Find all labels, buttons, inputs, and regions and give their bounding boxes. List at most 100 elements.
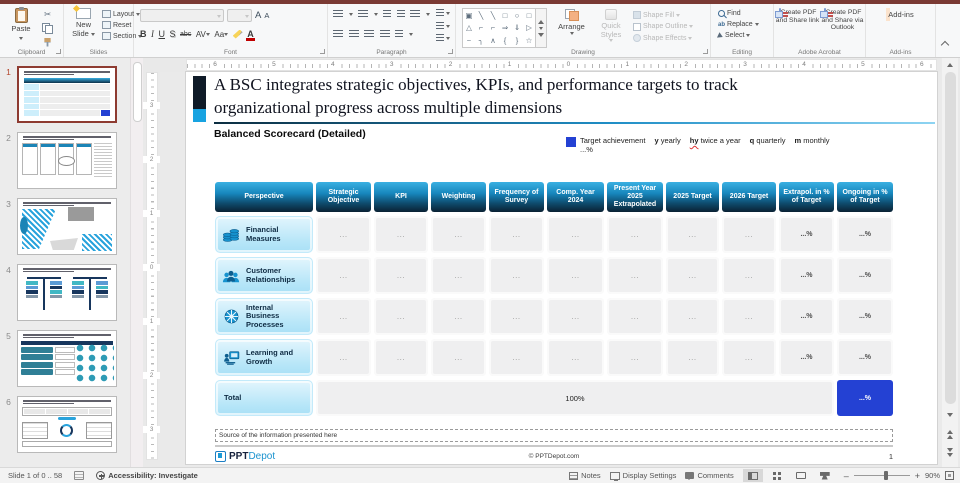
table-cell[interactable]: ... [547,339,604,376]
create-pdf-share-link-button[interactable]: Create PDF and Share link [775,9,820,24]
thumbnail-scrollbar-thumb[interactable] [133,62,142,122]
zoom-slider-thumb[interactable] [884,471,888,480]
column-header[interactable]: Frequency of Survey [489,182,544,212]
oval-shape-icon[interactable]: ○ [515,12,520,20]
paste-button[interactable]: Paste [5,8,37,42]
table-cell[interactable]: ... [431,216,486,253]
row-header[interactable]: Financial Measures [215,216,313,253]
total-weighting-value[interactable]: 100% [316,380,834,416]
row-header[interactable]: Internal Business Processes [215,298,313,335]
column-header[interactable]: KPI [374,182,428,212]
font-color-button[interactable]: A [247,29,254,39]
thumbnail-slide-1[interactable]: 1 [0,66,130,123]
cut-icon[interactable]: ✂ [42,9,53,19]
scribble-shape-icon[interactable]: ~ [467,37,471,45]
table-cell[interactable]: ... [607,298,663,335]
table-cell[interactable]: ... [316,298,371,335]
brace-shape-icon[interactable]: } [516,37,519,45]
bold-button[interactable]: B [140,29,147,39]
align-center-icon[interactable] [349,30,359,39]
column-header[interactable]: Comp. Year 2024 [547,182,604,212]
main-scrollbar-thumb[interactable] [945,72,956,404]
shape-outline-button[interactable]: Shape Outline [633,23,693,31]
table-cell[interactable]: ... [489,216,544,253]
table-cell[interactable]: ... [666,257,719,294]
table-cell[interactable]: ... [374,298,428,335]
rect-shape-icon[interactable]: □ [527,12,532,20]
decrease-indent-icon[interactable] [383,10,391,19]
table-cell[interactable]: ... [666,339,719,376]
spellcheck-icon[interactable] [74,471,84,480]
align-right-icon[interactable] [364,30,374,39]
horizontal-ruler[interactable]: 6543210123456 [160,58,941,72]
align-left-icon[interactable] [333,30,343,39]
total-ongoing-value[interactable]: ...% [837,380,893,416]
source-textbox[interactable]: Source of the information presented here [215,429,893,442]
character-spacing-button[interactable]: AV [196,30,210,39]
table-cell[interactable]: ... [666,298,719,335]
table-cell[interactable]: ... [547,257,604,294]
accessibility-status[interactable]: Accessibility: Investigate [96,471,198,480]
paragraph-dialog-launcher[interactable] [448,49,453,54]
justify-icon[interactable] [380,30,390,39]
zoom-in-button[interactable]: + [915,472,920,480]
create-pdf-share-outlook-button[interactable]: Create PDF and Share via Outlook [820,9,865,32]
table-cell[interactable]: ...% [837,339,893,376]
table-cell[interactable]: ...% [779,339,834,376]
arrow-shape-icon[interactable]: ⇒ [502,24,508,32]
table-cell[interactable]: ... [431,298,486,335]
table-cell[interactable]: ... [607,216,663,253]
select-button[interactable]: Select [718,32,759,39]
slide-canvas[interactable]: A BSC integrates strategic objectives, K… [186,72,937,464]
table-cell[interactable]: ... [431,257,486,294]
table-cell[interactable]: ...% [837,257,893,294]
shape-fill-button[interactable]: Shape Fill [633,11,693,19]
table-cell[interactable]: ... [666,216,719,253]
columns-icon[interactable] [395,30,403,39]
align-text-icon[interactable] [436,22,450,31]
triangle-shape-icon[interactable]: △ [466,24,472,32]
table-cell[interactable]: ...% [779,216,834,253]
table-cell[interactable]: ...% [837,298,893,335]
shape-gallery-scroll[interactable] [536,8,547,48]
table-cell[interactable]: ... [374,257,428,294]
curve-shape-icon[interactable]: ╮ [479,37,484,45]
slideshow-view-button[interactable] [815,469,835,482]
shrink-font-button[interactable]: A [264,11,269,20]
font-dialog-launcher[interactable] [320,49,325,54]
callout-shape-icon[interactable]: ▷ [526,24,532,32]
brace-shape-icon[interactable]: { [504,37,507,45]
convert-smartart-icon[interactable] [436,34,450,43]
table-cell[interactable]: ... [316,339,371,376]
thumbnail-slide-4[interactable]: 4 [0,264,130,321]
column-header[interactable]: Ongoing in % of Target [837,182,893,212]
star-shape-icon[interactable]: ☆ [526,37,533,45]
reading-view-button[interactable] [791,469,811,482]
arrange-button[interactable]: Arrange [553,9,590,35]
table-cell[interactable]: ... [316,257,371,294]
zoom-level[interactable]: 90% [925,471,940,480]
thumbnail-slide-6[interactable]: 6 [0,396,130,453]
corner-shape-icon[interactable]: ⌐ [479,24,483,32]
grow-font-button[interactable]: A [255,10,261,21]
addins-button[interactable]: Add-ins [881,10,921,19]
strikethrough-button[interactable]: abc [180,31,191,38]
highlight-color-icon[interactable] [233,30,243,39]
scroll-down-button[interactable] [942,408,958,421]
thumbnail-slide-2[interactable]: 2 [0,132,130,189]
numbering-icon[interactable] [358,10,368,19]
change-case-button[interactable]: Aa [214,30,228,39]
table-cell[interactable]: ... [431,339,486,376]
row-header[interactable]: Customer Relationships [215,257,313,294]
thumbnail-scrollbar[interactable] [130,58,143,467]
thumbnail-slide-3[interactable]: 3 [0,198,130,255]
quick-styles-button[interactable]: Quick Styles [593,9,629,42]
table-cell[interactable]: ... [547,216,604,253]
comments-button[interactable]: Comments [685,471,733,480]
new-slide-button[interactable]: New Slide [67,8,100,38]
table-cell[interactable]: ... [547,298,604,335]
table-cell[interactable]: ... [607,257,663,294]
vertical-ruler[interactable]: 3210123 [143,58,160,467]
table-cell[interactable]: ...% [779,298,834,335]
table-cell[interactable]: ...% [779,257,834,294]
